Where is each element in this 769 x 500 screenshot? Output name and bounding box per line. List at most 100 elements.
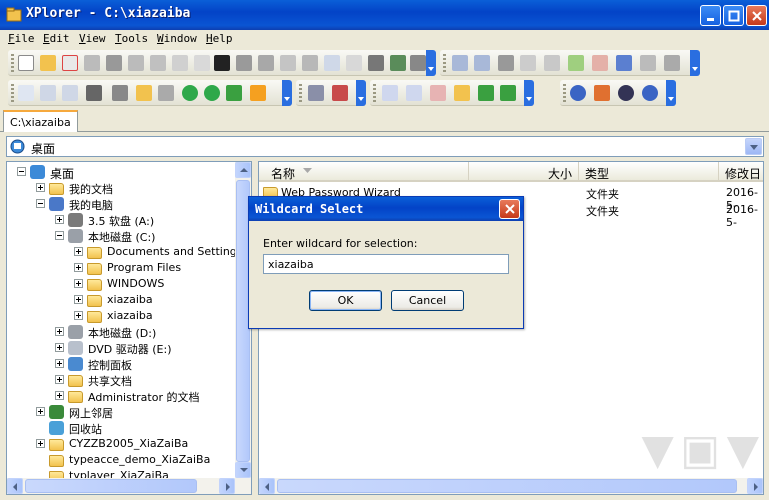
document-icon[interactable] — [568, 55, 584, 71]
command-prompt-icon[interactable] — [214, 55, 230, 71]
duplicate-tab-icon[interactable] — [406, 85, 422, 101]
redo-icon[interactable] — [474, 55, 490, 71]
move-icon[interactable] — [478, 85, 494, 101]
forward-icon[interactable] — [204, 85, 220, 101]
expand-icon[interactable] — [74, 311, 83, 320]
cut-icon[interactable] — [498, 55, 514, 71]
archive-icon[interactable] — [640, 55, 656, 71]
expand-icon[interactable] — [36, 407, 45, 416]
layout-icon[interactable] — [346, 55, 362, 71]
find-icon[interactable] — [302, 55, 318, 71]
map-drive-icon[interactable] — [308, 85, 324, 101]
toolbar-grip[interactable] — [373, 84, 376, 102]
expand-icon[interactable] — [55, 343, 64, 352]
delete-x-icon[interactable] — [150, 55, 166, 71]
menu-tools[interactable]: Tools — [115, 32, 148, 45]
split-icon[interactable] — [616, 55, 632, 71]
minimize-button[interactable] — [700, 5, 721, 26]
tips-icon[interactable] — [618, 85, 634, 101]
collapse-icon[interactable] — [17, 167, 26, 176]
edit-icon[interactable] — [194, 55, 210, 71]
list-horizontal-scrollbar[interactable] — [259, 478, 763, 494]
undo-icon[interactable] — [452, 55, 468, 71]
pin-icon[interactable] — [410, 55, 426, 71]
folder-tree[interactable]: 桌面 我的文档 我的电脑 3.5 软盘 (A:) 本地磁盘 (C:) Documents … — [6, 161, 252, 495]
collapse-icon[interactable] — [36, 199, 45, 208]
toolbar-grip[interactable] — [443, 54, 446, 72]
up-folder-icon[interactable] — [158, 85, 174, 101]
expand-icon[interactable] — [36, 183, 45, 192]
copy-icon[interactable] — [520, 55, 536, 71]
tools-icon[interactable] — [128, 55, 144, 71]
toolbar-chevron[interactable] — [426, 50, 436, 76]
panel-icon[interactable] — [324, 55, 340, 71]
tree-horizontal-scrollbar[interactable] — [7, 478, 251, 494]
return-icon[interactable] — [500, 85, 516, 101]
address-dropdown-button[interactable] — [745, 138, 762, 155]
refresh-icon[interactable] — [226, 85, 242, 101]
share-icon[interactable] — [258, 55, 274, 71]
expand-icon[interactable] — [55, 391, 64, 400]
address-bar[interactable]: 桌面 — [6, 136, 764, 157]
bookmark-icon[interactable] — [236, 55, 252, 71]
toolbar-chevron[interactable] — [356, 80, 366, 106]
minus-icon[interactable] — [592, 55, 608, 71]
new-folder-icon[interactable] — [454, 85, 470, 101]
expand-icon[interactable] — [55, 215, 64, 224]
homepage-icon[interactable] — [594, 85, 610, 101]
details-icon[interactable] — [86, 85, 102, 101]
close-button[interactable] — [746, 5, 767, 26]
toolbar-chevron[interactable] — [690, 50, 700, 76]
disconnect-drive-icon[interactable] — [332, 85, 348, 101]
rename-icon[interactable] — [280, 55, 296, 71]
toolbar-grip[interactable] — [11, 54, 14, 72]
maximize-button[interactable] — [723, 5, 744, 26]
properties-icon[interactable] — [106, 55, 122, 71]
wildcard-input[interactable] — [263, 254, 509, 274]
expand-icon[interactable] — [74, 279, 83, 288]
about-icon[interactable] — [642, 85, 658, 101]
new-file-icon[interactable] — [18, 55, 34, 71]
collapse-icon[interactable] — [55, 231, 64, 240]
expand-icon[interactable] — [74, 295, 83, 304]
new-window-icon[interactable] — [62, 55, 78, 71]
scroll-thumb[interactable] — [25, 479, 197, 493]
menu-window[interactable]: Window — [157, 32, 197, 45]
scroll-thumb[interactable] — [277, 479, 737, 493]
back-icon[interactable] — [182, 85, 198, 101]
expand-icon[interactable] — [55, 359, 64, 368]
dialog-title-bar[interactable]: Wildcard Select — [249, 197, 523, 221]
paste-icon[interactable] — [544, 55, 560, 71]
tree-view-icon[interactable] — [62, 85, 78, 101]
filter-icon[interactable] — [112, 85, 128, 101]
tab-xiazaiba[interactable]: C:\xiazaiba — [3, 110, 78, 132]
toolbar-grip[interactable] — [11, 84, 14, 102]
toolbar-grip[interactable] — [563, 84, 566, 102]
toolbar-chevron[interactable] — [282, 80, 292, 106]
pen-icon[interactable] — [368, 55, 384, 71]
folder-icon[interactable] — [136, 85, 152, 101]
scroll-up-button[interactable] — [235, 162, 251, 178]
expand-icon[interactable] — [55, 375, 64, 384]
column-header-type[interactable]: 类型 — [579, 162, 719, 182]
expand-icon[interactable] — [74, 263, 83, 272]
cancel-button[interactable]: Cancel — [391, 290, 464, 311]
column-header-name[interactable]: 名称 — [259, 162, 469, 182]
send-icon[interactable] — [664, 55, 680, 71]
column-header-size[interactable]: 大小 — [469, 162, 579, 182]
help-icon[interactable] — [570, 85, 586, 101]
menu-view[interactable]: View — [79, 32, 106, 45]
menu-file[interactable]: File — [8, 32, 35, 45]
dialog-close-button[interactable] — [499, 199, 520, 219]
new-tab-icon[interactable] — [382, 85, 398, 101]
toolbar-chevron[interactable] — [666, 80, 676, 106]
column-header-modified[interactable]: 修改日 — [719, 162, 763, 182]
book-icon[interactable] — [390, 55, 406, 71]
expand-icon[interactable] — [74, 247, 83, 256]
open-folder-icon[interactable] — [40, 55, 56, 71]
checklist-icon[interactable] — [172, 55, 188, 71]
toolbar-grip[interactable] — [299, 84, 302, 102]
ok-button[interactable]: OK — [309, 290, 382, 311]
close-tab-icon[interactable] — [430, 85, 446, 101]
scroll-right-button[interactable] — [747, 478, 763, 494]
